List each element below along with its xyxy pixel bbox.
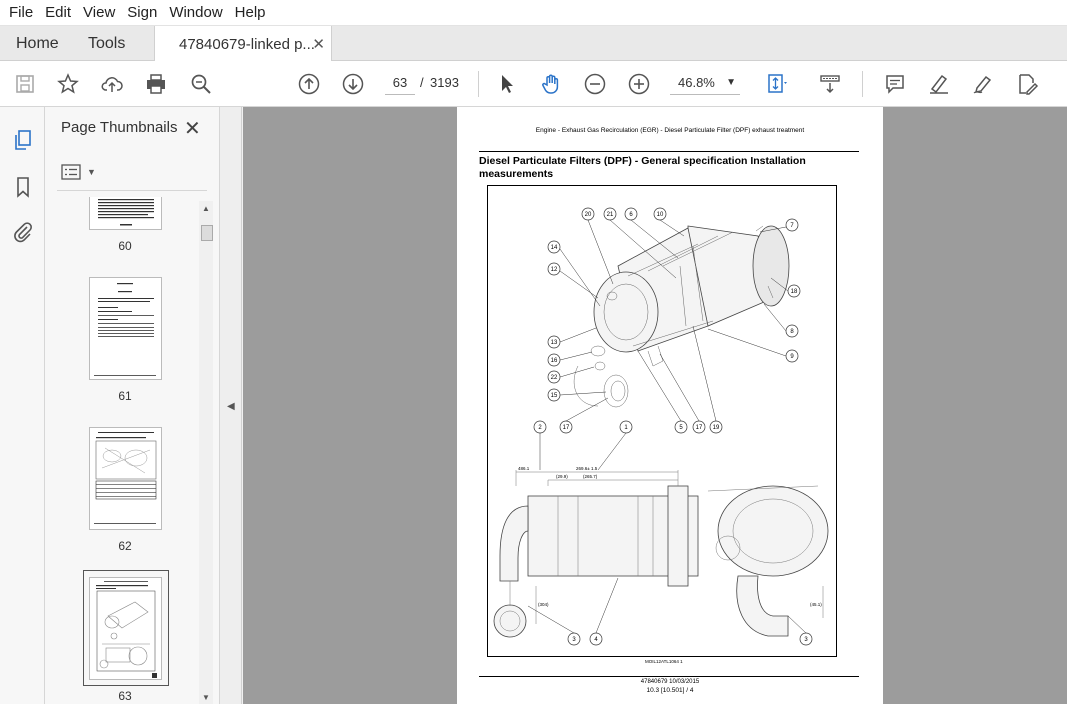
thumbnail-scrollbar[interactable]: ▲ ▼ bbox=[199, 201, 213, 704]
toolbar-divider bbox=[862, 71, 863, 97]
callout-label: 17 bbox=[696, 425, 703, 431]
callout-label: 17 bbox=[563, 425, 570, 431]
callout-label: 13 bbox=[551, 340, 558, 346]
next-page-icon[interactable] bbox=[340, 71, 366, 97]
thumbnail-page-63[interactable] bbox=[89, 577, 162, 680]
dimension-label: (45.1) bbox=[810, 602, 822, 607]
callout-label: 18 bbox=[791, 289, 798, 295]
footer-page-ref: 10.3 [10.501] / 4 bbox=[646, 687, 694, 694]
callout-label: 22 bbox=[551, 375, 558, 381]
menu-file[interactable]: File bbox=[4, 4, 38, 21]
menu-edit[interactable]: Edit bbox=[40, 4, 76, 21]
thumbnail-options-button[interactable]: ▼ bbox=[61, 161, 97, 183]
menu-view[interactable]: View bbox=[78, 4, 120, 21]
callout-label: 16 bbox=[551, 358, 558, 364]
zoom-out-icon[interactable] bbox=[582, 71, 608, 97]
zoom-level-select[interactable]: 46.8% ▼ bbox=[670, 71, 740, 95]
panel-collapse-strip[interactable]: ◀ bbox=[220, 107, 242, 704]
attachment-icon[interactable] bbox=[10, 219, 36, 245]
menu-bar: File Edit View Sign Window Help bbox=[0, 0, 1067, 26]
toolbar-divider bbox=[478, 71, 479, 97]
scroll-down-icon[interactable]: ▼ bbox=[202, 693, 210, 702]
edit-document-icon[interactable] bbox=[1014, 71, 1040, 97]
dpf-exploded-drawing: 20 21 6 10 7 14 12 18 8 9 13 16 22 15 2 … bbox=[493, 207, 829, 646]
upload-cloud-icon[interactable] bbox=[99, 71, 125, 97]
zoom-search-icon[interactable] bbox=[188, 71, 214, 97]
section-title: Diesel Particulate Filters (DPF) - Gener… bbox=[479, 155, 806, 180]
panel-divider bbox=[57, 190, 207, 191]
close-panel-icon[interactable]: ✕ bbox=[184, 116, 201, 141]
zoom-in-icon[interactable] bbox=[626, 71, 652, 97]
thumbnail-list: 60 61 62 63 bbox=[45, 197, 205, 704]
bookmark-icon[interactable] bbox=[10, 174, 36, 200]
tab-document[interactable]: 47840679-linked p... ✕ bbox=[154, 26, 332, 62]
select-cursor-icon[interactable] bbox=[494, 71, 520, 97]
callout-label: 20 bbox=[585, 212, 592, 218]
highlight-pen-icon[interactable] bbox=[926, 71, 952, 97]
page-number-input[interactable]: 63 bbox=[385, 71, 415, 95]
panel-title: Page Thumbnails bbox=[61, 119, 178, 136]
save-icon[interactable] bbox=[12, 71, 38, 97]
tab-tools[interactable]: Tools bbox=[88, 26, 125, 61]
thumbnail-label: 63 bbox=[118, 689, 132, 703]
previous-page-icon[interactable] bbox=[296, 71, 322, 97]
sign-pen-icon[interactable] bbox=[970, 71, 996, 97]
page-thumbnails-panel: Page Thumbnails ✕ ▼ 60 61 62 63 ▲ ▼ bbox=[45, 107, 220, 704]
list-options-icon bbox=[61, 164, 81, 180]
scroll-up-icon[interactable]: ▲ bbox=[202, 204, 210, 213]
header-rule bbox=[479, 151, 859, 152]
dimension-label: (304) bbox=[538, 602, 549, 607]
thumbnail-page-61[interactable] bbox=[89, 277, 162, 380]
callout-label: 15 bbox=[551, 393, 558, 399]
page-count: 3193 bbox=[430, 75, 459, 90]
close-tab-icon[interactable]: ✕ bbox=[312, 35, 325, 53]
dimension-label: (29.9) bbox=[556, 474, 568, 479]
callout-label: 10 bbox=[657, 212, 664, 218]
document-view[interactable]: Engine - Exhaust Gas Recirculation (EGR)… bbox=[243, 107, 1067, 704]
footer-rule bbox=[479, 676, 859, 677]
pdf-page: Engine - Exhaust Gas Recirculation (EGR)… bbox=[457, 107, 883, 704]
comment-icon[interactable] bbox=[882, 71, 908, 97]
tab-document-label: 47840679-linked p... bbox=[179, 35, 315, 53]
callout-label: 14 bbox=[551, 245, 558, 251]
print-icon[interactable] bbox=[143, 71, 169, 97]
footer-date: 47840679 10/03/2015 bbox=[640, 679, 700, 685]
callout-label: 19 bbox=[713, 425, 720, 431]
thumbnail-label: 60 bbox=[118, 239, 132, 253]
page-separator: / bbox=[420, 75, 424, 90]
fit-page-icon[interactable] bbox=[764, 71, 790, 97]
menu-sign[interactable]: Sign bbox=[122, 4, 162, 21]
hand-tool-icon[interactable] bbox=[538, 71, 564, 97]
chevron-down-icon: ▼ bbox=[726, 77, 736, 88]
figure-code: MOIL12ATL1064 1 bbox=[645, 659, 683, 664]
scrollbar-thumb[interactable] bbox=[201, 225, 213, 241]
menu-help[interactable]: Help bbox=[230, 4, 271, 21]
chevron-down-icon: ▼ bbox=[87, 167, 96, 177]
thumbnail-label: 62 bbox=[118, 539, 132, 553]
thumbnail-page-60[interactable] bbox=[89, 197, 162, 230]
dimension-label: 269.6± 1.5 bbox=[576, 466, 598, 471]
callout-label: 12 bbox=[551, 267, 558, 273]
page-header: Engine - Exhaust Gas Recirculation (EGR)… bbox=[535, 127, 805, 134]
callout-label: 21 bbox=[607, 212, 614, 218]
dimension-label: (265.7) bbox=[583, 474, 598, 479]
toolbar: 63 / 3193 46.8% ▼ bbox=[0, 61, 1067, 107]
page-thumbnails-icon[interactable] bbox=[10, 127, 36, 153]
dpf-diagram: 20 21 6 10 7 14 12 18 8 9 13 16 22 15 2 … bbox=[487, 185, 837, 657]
menu-window[interactable]: Window bbox=[164, 4, 227, 21]
navigation-rail bbox=[0, 107, 45, 704]
thumbnail-label: 61 bbox=[118, 389, 132, 403]
collapse-left-icon[interactable]: ◀ bbox=[227, 401, 235, 412]
scroll-mode-icon[interactable] bbox=[817, 71, 843, 97]
zoom-level-value: 46.8% bbox=[678, 75, 715, 90]
tab-bar: Home Tools 47840679-linked p... ✕ bbox=[0, 26, 1067, 62]
dimension-label: 486.1 bbox=[518, 466, 530, 471]
thumbnail-page-62[interactable] bbox=[89, 427, 162, 530]
star-icon[interactable] bbox=[55, 71, 81, 97]
tab-home[interactable]: Home bbox=[16, 26, 59, 61]
